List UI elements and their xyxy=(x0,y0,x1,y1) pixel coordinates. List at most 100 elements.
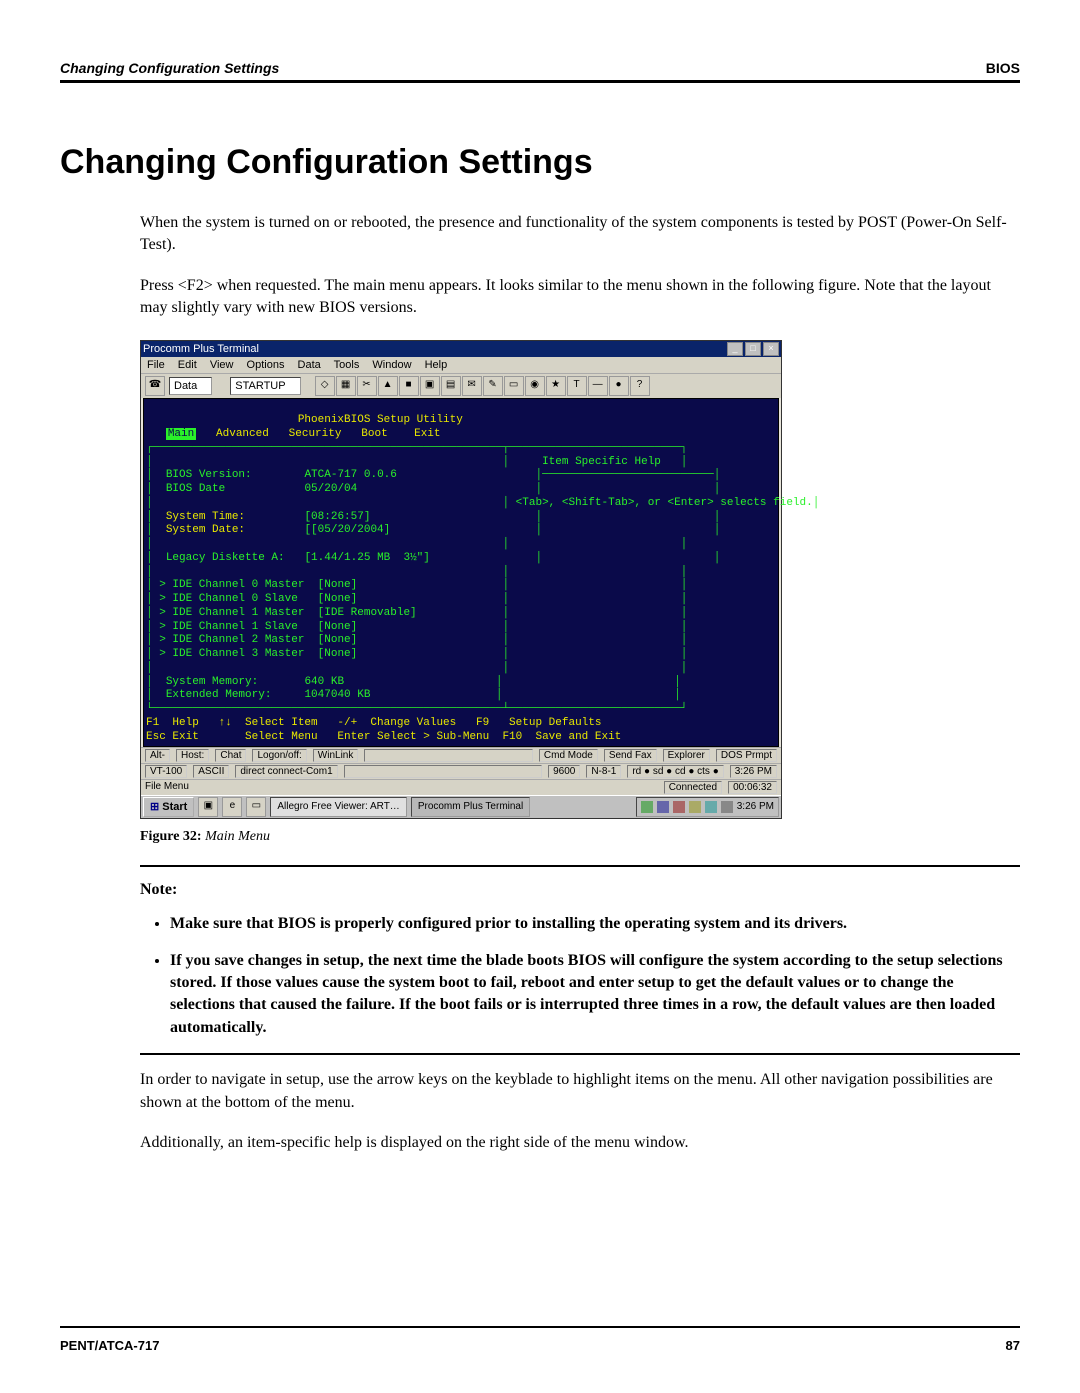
status-cell xyxy=(344,765,542,778)
help-title: Item Specific Help xyxy=(542,456,661,468)
tab-main[interactable]: Main xyxy=(166,428,196,440)
menu-help[interactable]: Help xyxy=(425,359,448,371)
start-label: Start xyxy=(162,801,187,813)
status-cell[interactable]: Send Fax xyxy=(604,749,657,762)
tool-icon[interactable]: ▤ xyxy=(441,376,461,396)
quicklaunch-icon[interactable]: ▭ xyxy=(246,797,266,817)
extended-memory-label: Extended Memory: xyxy=(166,689,272,701)
tray-icon[interactable] xyxy=(721,801,733,813)
tool-icon[interactable]: T xyxy=(567,376,587,396)
bios-footer-keys: F1 Help ↑↓ Select Item -/+ Change Values… xyxy=(146,717,621,743)
status-cell: 9600 xyxy=(548,765,580,778)
tray-icon[interactable] xyxy=(641,801,653,813)
menu-file[interactable]: File xyxy=(147,359,165,371)
tray-icon[interactable] xyxy=(705,801,717,813)
tab-boot[interactable]: Boot xyxy=(361,428,387,440)
figure-screenshot: Procomm Plus Terminal _ □ × File Edit Vi… xyxy=(140,340,1020,820)
ide-channel-1-master[interactable]: IDE Channel 1 Master xyxy=(172,607,304,619)
maximize-icon[interactable]: □ xyxy=(745,342,761,356)
tab-exit[interactable]: Exit xyxy=(414,428,440,440)
windows-icon: ⊞ xyxy=(150,801,159,813)
ide-channel-0-slave[interactable]: IDE Channel 0 Slave xyxy=(172,593,297,605)
tool-icon[interactable]: ▣ xyxy=(420,376,440,396)
page-title: Changing Configuration Settings xyxy=(60,143,1020,182)
menu-view[interactable]: View xyxy=(210,359,234,371)
note-item: If you save changes in setup, the next t… xyxy=(170,950,1020,1040)
paragraph: Additionally, an item-specific help is d… xyxy=(140,1132,1020,1154)
task-item[interactable]: Allegro Free Viewer: ART… xyxy=(270,797,406,817)
bios-date-value: 05/20/04 xyxy=(304,483,357,495)
status-cell[interactable]: Alt- xyxy=(145,749,170,762)
tray-icon[interactable] xyxy=(657,801,669,813)
menu-edit[interactable]: Edit xyxy=(178,359,197,371)
quicklaunch-icon[interactable]: e xyxy=(222,797,242,817)
status-cell[interactable]: Cmd Mode xyxy=(539,749,598,762)
status-cell[interactable]: Host: xyxy=(176,749,209,762)
data-dropdown[interactable]: Data xyxy=(169,377,212,395)
quicklaunch-icon[interactable]: ▣ xyxy=(198,797,218,817)
tool-icon[interactable]: ▭ xyxy=(504,376,524,396)
intro-paragraph-1: When the system is turned on or rebooted… xyxy=(140,212,1020,257)
status-cell: VT-100 xyxy=(145,765,187,778)
ide-channel-3-master[interactable]: IDE Channel 3 Master xyxy=(172,648,304,660)
running-head-left: Changing Configuration Settings xyxy=(60,60,279,76)
status-row-1: Alt- Host: Chat Logon/off: WinLink Cmd M… xyxy=(141,747,781,763)
menu-options[interactable]: Options xyxy=(247,359,285,371)
menu-data[interactable]: Data xyxy=(298,359,321,371)
status-cell[interactable]: WinLink xyxy=(313,749,359,762)
tab-security[interactable]: Security xyxy=(289,428,342,440)
tool-icon[interactable]: ? xyxy=(630,376,650,396)
close-icon[interactable]: × xyxy=(763,342,779,356)
tool-icon[interactable]: ✎ xyxy=(483,376,503,396)
status-cell[interactable]: Chat xyxy=(215,749,246,762)
ide-channel-1-slave[interactable]: IDE Channel 1 Slave xyxy=(172,621,297,633)
status-cell[interactable]: DOS Prmpt xyxy=(716,749,777,762)
system-time-label[interactable]: System Time: xyxy=(166,511,245,523)
tool-icon[interactable]: ◇ xyxy=(315,376,335,396)
ide-channel-2-master[interactable]: IDE Channel 2 Master xyxy=(172,634,304,646)
tool-icon[interactable]: ★ xyxy=(546,376,566,396)
bios-version-value: ATCA-717 0.0.6 xyxy=(304,469,396,481)
menu-tools[interactable]: Tools xyxy=(334,359,360,371)
status-row-2: VT-100 ASCII direct connect-Com1 9600 N-… xyxy=(141,763,781,779)
tool-icon[interactable]: ▲ xyxy=(378,376,398,396)
taskbar: ⊞ Start ▣ e ▭ Allegro Free Viewer: ART… … xyxy=(141,795,781,818)
task-item-active[interactable]: Procomm Plus Terminal xyxy=(411,797,530,817)
tool-icon[interactable]: ◉ xyxy=(525,376,545,396)
system-date-value[interactable]: [05/20/2004] xyxy=(311,524,390,536)
header-rule xyxy=(60,80,1020,83)
tab-advanced[interactable]: Advanced xyxy=(216,428,269,440)
page-number: 87 xyxy=(1006,1338,1020,1353)
tool-icon[interactable]: ✉ xyxy=(462,376,482,396)
minimize-icon[interactable]: _ xyxy=(727,342,743,356)
tray-icon[interactable] xyxy=(689,801,701,813)
system-memory-value: 640 KB xyxy=(304,676,344,688)
tool-icon[interactable]: — xyxy=(588,376,608,396)
status-cell: 3:26 PM xyxy=(730,765,777,778)
tool-icon[interactable]: ✂ xyxy=(357,376,377,396)
ide-value: [None] xyxy=(318,621,358,633)
system-date-label[interactable]: System Date: xyxy=(166,524,245,536)
ide-value: [None] xyxy=(318,579,358,591)
tool-icon[interactable]: ● xyxy=(609,376,629,396)
system-time-value[interactable]: [08:26:57] xyxy=(304,511,370,523)
extended-memory-value: 1047040 KB xyxy=(304,689,370,701)
tool-icon[interactable]: ■ xyxy=(399,376,419,396)
legacy-diskette-value[interactable]: [1.44/1.25 MB 3½"] xyxy=(304,552,429,564)
start-button[interactable]: ⊞ Start xyxy=(143,797,194,817)
phone-icon[interactable]: ☎ xyxy=(145,376,165,396)
menubar[interactable]: File Edit View Options Data Tools Window… xyxy=(141,357,781,373)
ide-channel-0-master[interactable]: IDE Channel 0 Master xyxy=(172,579,304,591)
divider xyxy=(140,1053,1020,1055)
script-dropdown[interactable]: STARTUP xyxy=(230,377,300,395)
running-head-right: BIOS xyxy=(986,60,1020,76)
bios-version-label: BIOS Version: xyxy=(166,469,252,481)
status-cell[interactable]: Explorer xyxy=(663,749,710,762)
tray-icon[interactable] xyxy=(673,801,685,813)
tool-icon[interactable]: ▦ xyxy=(336,376,356,396)
figure-caption-text: Main Menu xyxy=(205,829,270,844)
menu-window[interactable]: Window xyxy=(372,359,411,371)
status-cell: rd ● sd ● cd ● cts ● xyxy=(627,765,723,778)
footer-left: PENT/ATCA-717 xyxy=(60,1338,159,1353)
status-cell[interactable]: Logon/off: xyxy=(252,749,306,762)
